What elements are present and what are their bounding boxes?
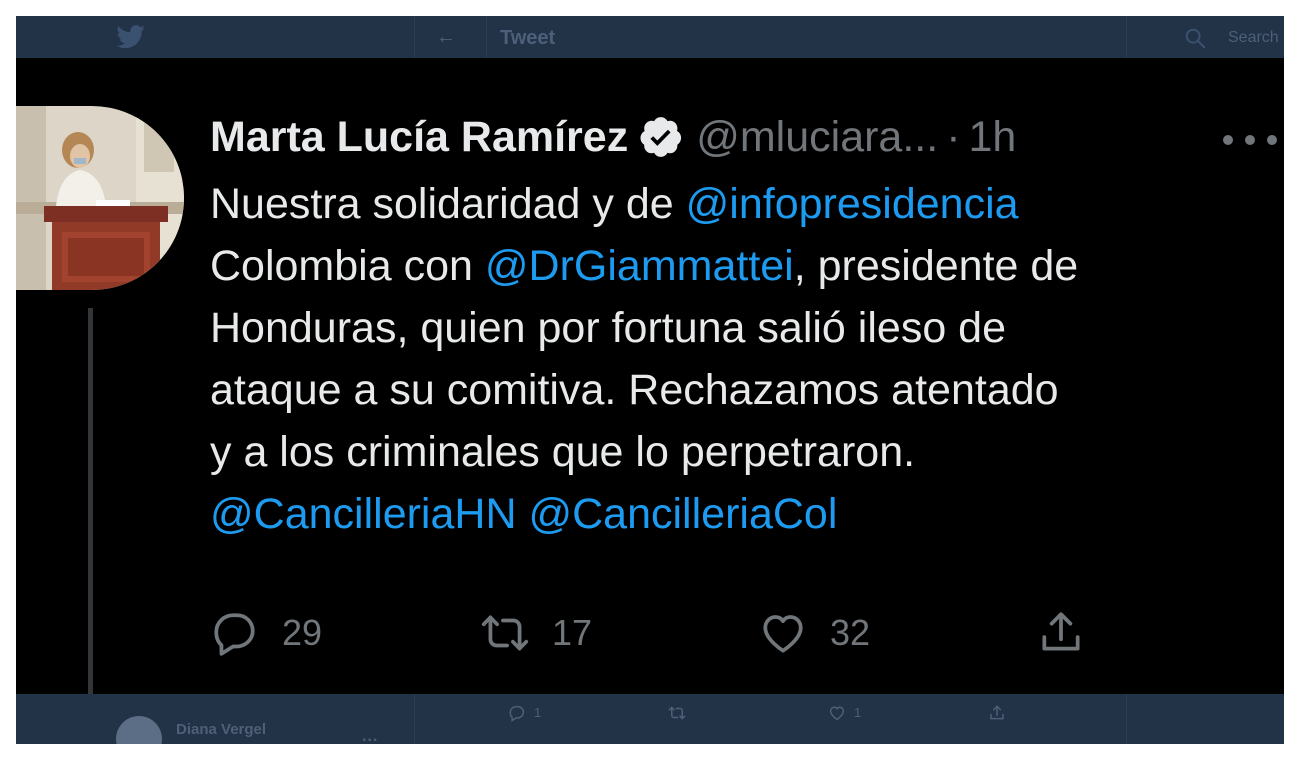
next-reply-count: 1 xyxy=(534,705,542,720)
tweet-text-segment: Colombia con xyxy=(210,242,485,290)
top-navigation-bar: ← Tweet Search xyxy=(16,16,1284,58)
tweet-text-line: Nuestra solidaridad y de @infopresidenci… xyxy=(210,173,1284,235)
retweet-count: 17 xyxy=(552,612,593,653)
page-title: Tweet xyxy=(500,27,556,49)
next-retweet-button[interactable] xyxy=(668,704,686,722)
heart-icon xyxy=(829,706,845,721)
retweet-icon xyxy=(481,615,529,651)
tweet-text-segment: y a los criminales que lo perpetraron. xyxy=(210,428,916,476)
next-more-icon[interactable]: ... xyxy=(362,728,378,744)
nav-divider xyxy=(1126,16,1127,58)
tweet-text-segment xyxy=(517,490,529,538)
next-like-button[interactable]: 1 xyxy=(828,704,861,722)
tweet-text-segment: ataque a su comitiva. Rechazamos atentad… xyxy=(210,366,1059,414)
share-icon xyxy=(990,705,1004,720)
twitter-bird-icon[interactable] xyxy=(116,25,146,49)
share-button[interactable] xyxy=(1036,608,1086,658)
next-reply-button[interactable]: 1 xyxy=(508,704,541,722)
nav-divider xyxy=(486,16,487,58)
back-arrow-icon[interactable]: ← xyxy=(436,25,456,49)
tweet-timestamp[interactable]: 1h xyxy=(969,111,1017,163)
next-tweet-preview: Diana Vergel ... 1 1 xyxy=(16,694,1284,744)
meta-separator: · xyxy=(946,113,961,161)
tweet-text-line: ataque a su comitiva. Rechazamos atentad… xyxy=(210,359,1284,421)
nav-divider xyxy=(414,694,415,744)
thread-connector-line xyxy=(88,308,93,694)
search-icon[interactable] xyxy=(1184,27,1206,49)
next-author-avatar[interactable] xyxy=(116,716,162,744)
next-like-count: 1 xyxy=(854,705,862,720)
next-share-button[interactable] xyxy=(988,704,1006,722)
next-author-name[interactable]: Diana Vergel xyxy=(176,721,266,739)
tweet-text-segment: Nuestra solidaridad y de xyxy=(210,180,686,228)
reply-count: 29 xyxy=(282,612,323,653)
retweet-button[interactable]: 17 xyxy=(480,608,592,658)
more-horizontal-icon[interactable] xyxy=(1220,133,1280,147)
tweet-text-line: Colombia con @DrGiammattei, presidente d… xyxy=(210,235,1284,297)
tweet-text-line: @CancilleriaHN @CancilleriaCol xyxy=(210,483,1284,545)
tweet-text-line: y a los criminales que lo perpetraron. xyxy=(210,421,1284,483)
heart-icon xyxy=(763,615,803,653)
reply-icon xyxy=(509,705,525,722)
tweet-text-segment: Honduras, quien por fortuna salió ileso … xyxy=(210,304,1007,352)
tweet-actions: 29 17 32 xyxy=(210,608,1284,658)
like-button[interactable]: 32 xyxy=(758,608,870,658)
mention-link[interactable]: @infopresidencia xyxy=(686,180,1019,228)
author-avatar[interactable] xyxy=(16,106,184,290)
retweet-icon xyxy=(668,706,686,720)
mention-link[interactable]: @CancilleriaHN xyxy=(210,490,517,538)
nav-divider xyxy=(1126,694,1127,744)
reply-icon xyxy=(214,613,255,656)
mention-link[interactable]: @CancilleriaCol xyxy=(528,490,837,538)
search-input[interactable]: Search xyxy=(1228,28,1279,48)
tweet-text-segment: , presidente de xyxy=(793,242,1079,290)
author-handle[interactable]: @mluciara... xyxy=(696,111,938,163)
reply-button[interactable]: 29 xyxy=(210,608,322,658)
nav-divider xyxy=(414,16,415,58)
author-name[interactable]: Marta Lucía Ramírez xyxy=(210,111,628,163)
tweet-text-line: Honduras, quien por fortuna salió ileso … xyxy=(210,297,1284,359)
tweet-header: Marta Lucía Ramírez @mluciara... · 1h xyxy=(210,107,1284,167)
tweet-text: Nuestra solidaridad y de @infopresidenci… xyxy=(210,173,1284,545)
verified-badge-icon xyxy=(640,117,682,157)
mention-link[interactable]: @DrGiammattei xyxy=(485,242,794,290)
like-count: 32 xyxy=(830,612,871,653)
share-icon xyxy=(1042,612,1080,651)
screenshot-frame: ← Tweet Search Marta Lucía Ramírez @mluc… xyxy=(16,16,1284,744)
